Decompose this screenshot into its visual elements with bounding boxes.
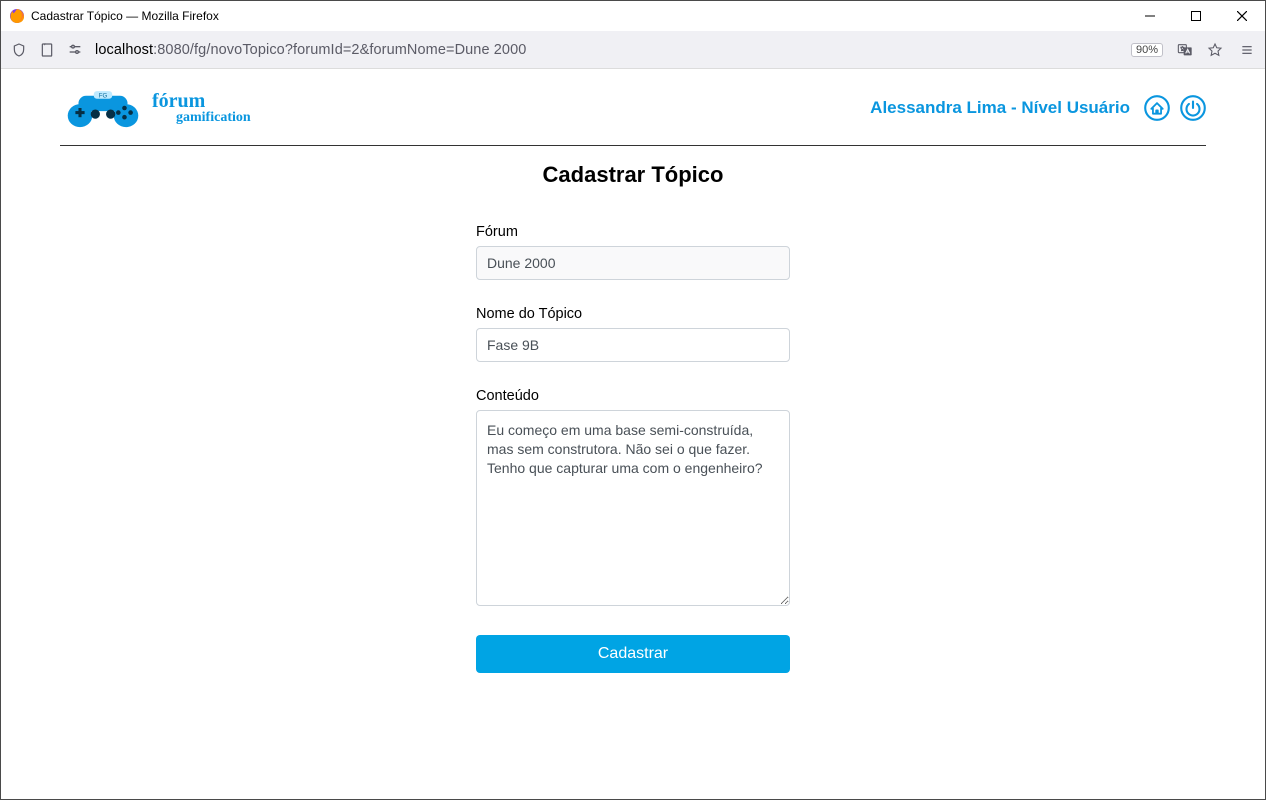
- page-header: FG fórum gamification: [60, 81, 1206, 141]
- browser-window: Cadastrar Tópico — Mozilla Firefox local…: [0, 0, 1266, 800]
- user-level-link[interactable]: Alessandra Lima - Nível Usuário: [870, 98, 1130, 118]
- app-menu-icon[interactable]: [1239, 42, 1255, 58]
- brand-logo[interactable]: FG fórum gamification: [64, 85, 251, 131]
- topic-name-label: Nome do Tópico: [476, 306, 790, 322]
- zoom-badge[interactable]: 90%: [1131, 43, 1163, 57]
- page-info-icon[interactable]: [39, 42, 55, 58]
- viewport[interactable]: FG fórum gamification: [1, 69, 1265, 799]
- shield-icon[interactable]: [11, 42, 27, 58]
- topic-name-group: Nome do Tópico: [476, 306, 790, 362]
- url-path: :8080/fg/novoTopico?forumId=2&forumNome=…: [153, 42, 526, 58]
- close-button[interactable]: [1219, 1, 1265, 31]
- home-icon[interactable]: [1144, 95, 1170, 121]
- forum-input[interactable]: [476, 246, 790, 280]
- maximize-button[interactable]: [1173, 1, 1219, 31]
- topic-form: Fórum Nome do Tópico Conteúdo Cadastrar: [476, 224, 790, 673]
- page-title: Cadastrar Tópico: [60, 162, 1206, 188]
- firefox-icon: [9, 8, 25, 24]
- page-container: FG fórum gamification: [60, 69, 1206, 713]
- brand-line2: gamification: [176, 111, 251, 124]
- power-icon[interactable]: [1180, 95, 1206, 121]
- minimize-button[interactable]: [1127, 1, 1173, 31]
- url-host: localhost: [95, 42, 153, 58]
- forum-group: Fórum: [476, 224, 790, 280]
- address-bar: localhost:8080/fg/novoTopico?forumId=2&f…: [1, 31, 1265, 69]
- bookmark-icon[interactable]: [1207, 42, 1223, 58]
- url-display[interactable]: localhost:8080/fg/novoTopico?forumId=2&f…: [95, 42, 526, 58]
- submit-button[interactable]: Cadastrar: [476, 635, 790, 673]
- brand-line1: fórum: [152, 90, 205, 112]
- translate-icon[interactable]: [1177, 42, 1193, 58]
- content-group: Conteúdo: [476, 388, 790, 609]
- titlebar: Cadastrar Tópico — Mozilla Firefox: [1, 1, 1265, 31]
- permissions-icon[interactable]: [67, 42, 83, 58]
- content-textarea[interactable]: [476, 410, 790, 606]
- divider: [60, 145, 1206, 146]
- content-label: Conteúdo: [476, 388, 790, 404]
- window-title: Cadastrar Tópico — Mozilla Firefox: [31, 9, 219, 23]
- brand-text: fórum gamification: [152, 92, 251, 124]
- topic-name-input[interactable]: [476, 328, 790, 362]
- controller-icon: FG: [64, 85, 142, 131]
- forum-label: Fórum: [476, 224, 790, 240]
- svg-text:FG: FG: [99, 92, 108, 99]
